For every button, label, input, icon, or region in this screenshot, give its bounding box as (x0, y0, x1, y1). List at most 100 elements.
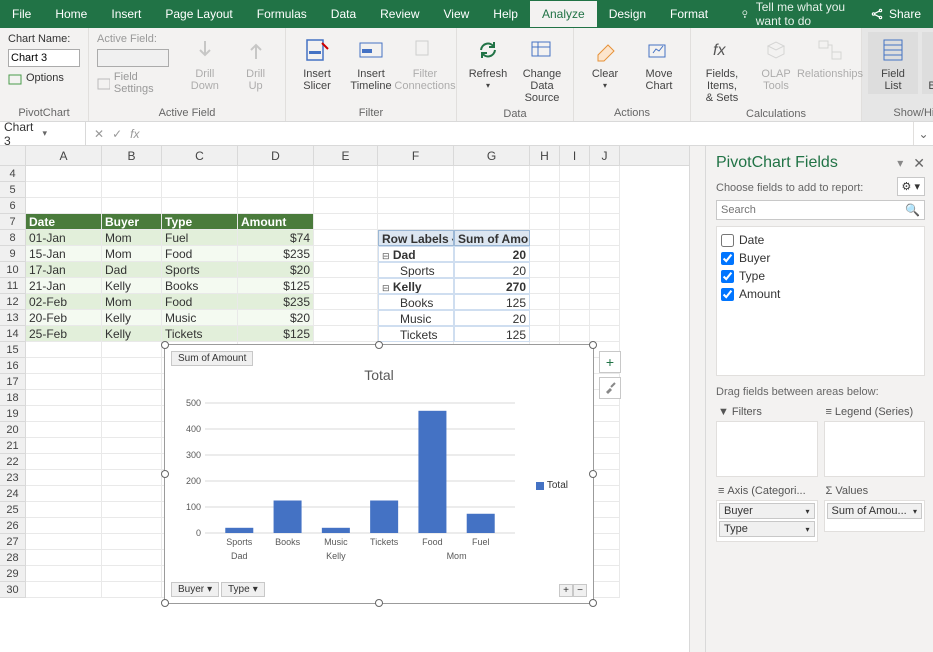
column-header[interactable]: H (530, 146, 560, 165)
cell[interactable] (378, 166, 454, 182)
cell[interactable] (530, 310, 560, 326)
cell[interactable] (238, 182, 314, 198)
cell[interactable] (102, 470, 162, 486)
cell[interactable] (162, 166, 238, 182)
cell[interactable] (530, 166, 560, 182)
cell[interactable]: Sum of Amount (454, 230, 530, 246)
cell[interactable] (560, 246, 590, 262)
cell[interactable] (238, 166, 314, 182)
column-header[interactable]: J (590, 146, 620, 165)
chart-axis-buyer-button[interactable]: Buyer ▾ (171, 582, 219, 597)
cell[interactable]: Sports (378, 262, 454, 278)
row-header[interactable]: 20 (0, 422, 26, 438)
field-checkbox[interactable] (721, 252, 734, 265)
cell[interactable] (314, 278, 378, 294)
cell[interactable] (590, 278, 620, 294)
cell[interactable] (560, 278, 590, 294)
row-header[interactable]: 5 (0, 182, 26, 198)
cell[interactable] (102, 582, 162, 598)
cell[interactable] (590, 502, 620, 518)
cell[interactable]: 125 (454, 294, 530, 310)
cell[interactable] (560, 214, 590, 230)
cell[interactable] (26, 390, 102, 406)
cell[interactable] (26, 358, 102, 374)
tab-formulas[interactable]: Formulas (245, 1, 319, 27)
cell[interactable]: 125 (454, 326, 530, 342)
tab-home[interactable]: Home (43, 1, 99, 27)
cell[interactable] (102, 374, 162, 390)
cell[interactable] (102, 566, 162, 582)
share-button[interactable]: Share (858, 1, 933, 27)
enter-icon[interactable]: ✓ (112, 127, 122, 141)
field-settings-button[interactable]: Field Settings (95, 70, 177, 96)
tab-data[interactable]: Data (319, 1, 368, 27)
cell[interactable] (590, 182, 620, 198)
cell[interactable]: Dad (102, 262, 162, 278)
tab-design[interactable]: Design (597, 1, 658, 27)
cell[interactable] (26, 534, 102, 550)
cell[interactable] (102, 550, 162, 566)
cell[interactable]: Buyer (102, 214, 162, 230)
cell[interactable] (590, 422, 620, 438)
cell[interactable] (590, 326, 620, 342)
row-header[interactable]: 25 (0, 502, 26, 518)
row-header[interactable]: 29 (0, 566, 26, 582)
chart-styles-button[interactable] (599, 377, 621, 399)
cell[interactable] (26, 486, 102, 502)
expand-formula-bar[interactable]: ⌄ (913, 122, 933, 145)
cell[interactable] (590, 214, 620, 230)
cell[interactable]: 20-Feb (26, 310, 102, 326)
cell[interactable]: 02-Feb (26, 294, 102, 310)
cell[interactable] (26, 566, 102, 582)
cell[interactable] (314, 326, 378, 342)
row-header[interactable]: 4 (0, 166, 26, 182)
tab-file[interactable]: File (0, 1, 43, 27)
cell[interactable] (102, 454, 162, 470)
cell[interactable]: Sports (162, 262, 238, 278)
cell[interactable] (530, 182, 560, 198)
cell[interactable] (590, 438, 620, 454)
pivot-chart[interactable]: Sum of Amount Total Total 01002003004005… (164, 344, 594, 604)
cell[interactable]: $20 (238, 310, 314, 326)
field-item-date[interactable]: Date (721, 231, 920, 249)
field-list-button[interactable]: Field List (868, 32, 918, 94)
cell[interactable]: $235 (238, 246, 314, 262)
fx-icon[interactable]: fx (130, 127, 139, 141)
cell[interactable] (378, 214, 454, 230)
cell[interactable] (590, 166, 620, 182)
cell[interactable] (102, 166, 162, 182)
cell[interactable]: Amount (238, 214, 314, 230)
active-field-input[interactable] (97, 49, 169, 67)
cell[interactable] (530, 198, 560, 214)
cell[interactable] (102, 182, 162, 198)
cell[interactable] (102, 502, 162, 518)
cell[interactable]: $235 (238, 294, 314, 310)
cell[interactable] (102, 390, 162, 406)
close-icon[interactable]: ✕ (913, 155, 925, 172)
cell[interactable]: $74 (238, 230, 314, 246)
tab-analyze[interactable]: Analyze (530, 1, 597, 27)
row-header[interactable]: 15 (0, 342, 26, 358)
cell[interactable] (590, 230, 620, 246)
move-chart-button[interactable]: Move Chart (634, 32, 684, 94)
cell[interactable] (26, 502, 102, 518)
cell[interactable] (314, 294, 378, 310)
row-header[interactable]: 21 (0, 438, 26, 454)
row-header[interactable]: 30 (0, 582, 26, 598)
area-field-chip[interactable]: Sum of Amou...▾ (827, 503, 923, 519)
chart-axis-type-button[interactable]: Type ▾ (221, 582, 265, 597)
cell[interactable] (590, 566, 620, 582)
field-item-buyer[interactable]: Buyer (721, 249, 920, 267)
cell[interactable] (314, 246, 378, 262)
cell[interactable]: Tickets (162, 326, 238, 342)
dropdown-icon[interactable]: ▾ (897, 156, 903, 170)
cell[interactable]: Mom (102, 246, 162, 262)
values-drop-area[interactable]: Sum of Amou...▾ (824, 500, 926, 532)
chart-expand-button[interactable]: + (559, 584, 573, 597)
cell[interactable] (102, 486, 162, 502)
cell[interactable]: 25-Feb (26, 326, 102, 342)
field-list[interactable]: DateBuyerTypeAmount (716, 226, 925, 376)
cell[interactable] (102, 422, 162, 438)
cell[interactable] (314, 182, 378, 198)
cell[interactable] (590, 486, 620, 502)
